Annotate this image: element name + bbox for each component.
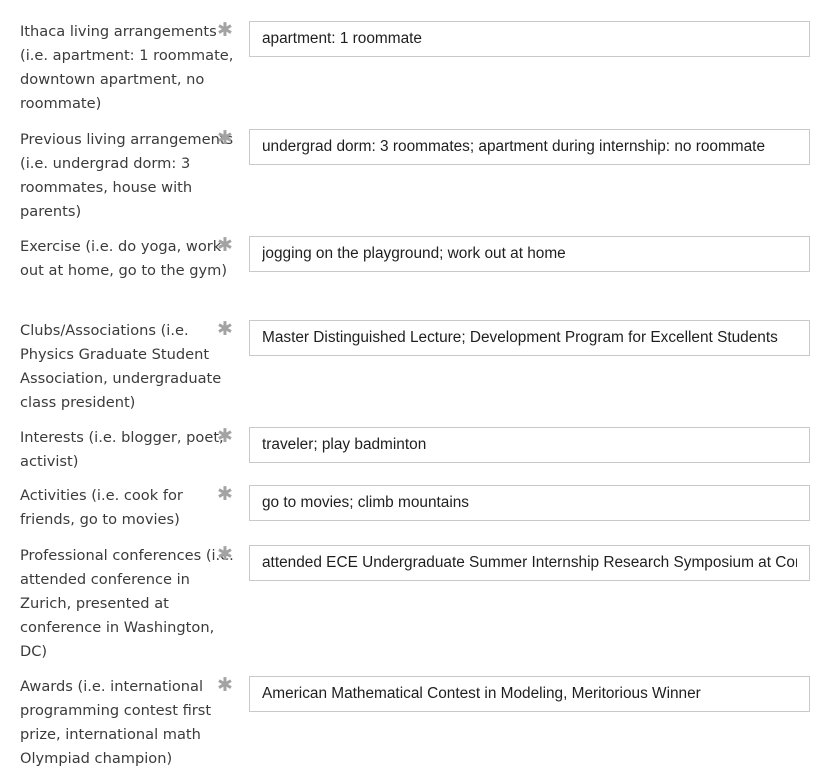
required-asterisk-icon: ✱ bbox=[217, 19, 233, 41]
awards-input[interactable] bbox=[249, 676, 810, 712]
field-label-ithaca-living: Ithaca living arrangements (i.e. apartme… bbox=[20, 23, 234, 112]
previous-living-input[interactable] bbox=[249, 129, 810, 165]
field-label-conferences: Professional conferences (i.e. attended … bbox=[20, 547, 234, 660]
exercise-input[interactable] bbox=[249, 236, 810, 272]
required-asterisk-icon: ✱ bbox=[217, 483, 233, 505]
field-label-awards: Awards (i.e. international programming c… bbox=[20, 678, 212, 767]
field-label-exercise: Exercise (i.e. do yoga, work out at home… bbox=[20, 238, 228, 279]
field-label-previous-living: Previous living arrangements (i.e. under… bbox=[20, 131, 234, 220]
clubs-associations-input[interactable] bbox=[249, 320, 810, 356]
activities-input[interactable] bbox=[249, 485, 810, 521]
required-asterisk-icon: ✱ bbox=[217, 543, 233, 565]
field-label-interests: Interests (i.e. blogger, poet, activist) bbox=[20, 429, 224, 470]
required-asterisk-icon: ✱ bbox=[217, 425, 233, 447]
required-asterisk-icon: ✱ bbox=[217, 234, 233, 256]
field-label-activities: Activities (i.e. cook for friends, go to… bbox=[20, 487, 183, 528]
field-label-clubs: Clubs/Associations (i.e. Physics Graduat… bbox=[20, 322, 222, 411]
professional-conferences-input[interactable] bbox=[249, 545, 810, 581]
profile-form: Ithaca living arrangements (i.e. apartme… bbox=[0, 0, 830, 778]
required-asterisk-icon: ✱ bbox=[217, 674, 233, 696]
required-asterisk-icon: ✱ bbox=[217, 318, 233, 340]
ithaca-living-input[interactable] bbox=[249, 21, 810, 57]
required-asterisk-icon: ✱ bbox=[217, 127, 233, 149]
interests-input[interactable] bbox=[249, 427, 810, 463]
